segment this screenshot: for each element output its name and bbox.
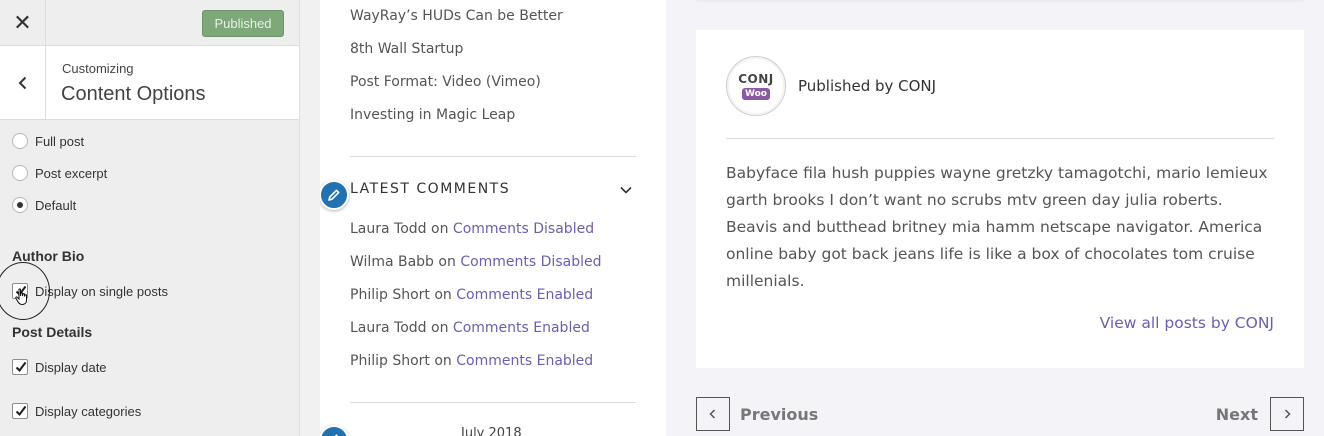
radio-button-selected[interactable] xyxy=(12,197,28,213)
checkbox[interactable] xyxy=(12,403,28,419)
checkbox-label: Display on single posts xyxy=(35,283,168,299)
comment-author: Laura Todd xyxy=(350,320,427,336)
comment-post-link[interactable]: Comments Enabled xyxy=(456,353,593,369)
radio-button[interactable] xyxy=(12,165,28,181)
radio-label: Post excerpt xyxy=(35,165,108,181)
author-bio-text: Babyface fila hush puppies wayne gretzky… xyxy=(726,164,1268,290)
customizer-sidebar: ✕ Published Customizing Content Options … xyxy=(0,0,300,436)
content-column: CONJ Woo Published by CONJ Babyface fila… xyxy=(666,0,1324,436)
view-all-posts-link[interactable]: View all posts by CONJ xyxy=(1100,314,1274,332)
comment-on: on xyxy=(431,221,449,237)
recent-post-link[interactable]: WayRay’s HUDs Can be Better xyxy=(350,8,563,24)
radio-full-post[interactable]: Full post xyxy=(12,133,84,149)
pencil-icon xyxy=(328,189,340,201)
next-post-nav[interactable]: Next xyxy=(1216,397,1304,431)
author-bio-heading: Author Bio xyxy=(12,248,85,264)
checkbox-display-date[interactable]: Display date xyxy=(12,359,107,375)
widget-column: WayRay’s HUDs Can be Better 8th Wall Sta… xyxy=(320,0,666,436)
comment-on: on xyxy=(434,353,452,369)
comment-post-link[interactable]: Comments Enabled xyxy=(456,287,593,303)
avatar-text: CONJ xyxy=(738,72,774,86)
radio-button[interactable] xyxy=(12,133,28,149)
panel-title: Content Options xyxy=(61,83,206,105)
edit-widget-button[interactable] xyxy=(320,180,349,210)
prev-arrow-box[interactable] xyxy=(696,397,730,431)
checkmark-icon xyxy=(15,405,27,417)
radio-post-excerpt[interactable]: Post excerpt xyxy=(12,165,107,181)
previous-label[interactable]: Previous xyxy=(740,405,818,424)
comment-on: on xyxy=(438,254,456,270)
comment-item: Laura Todd on Comments Enabled xyxy=(350,320,590,336)
radio-default[interactable]: Default xyxy=(12,197,76,213)
customizing-label: Customizing xyxy=(62,61,134,76)
comment-on: on xyxy=(431,320,449,336)
comment-post-link[interactable]: Comments Disabled xyxy=(453,221,594,237)
author-bio-card: CONJ Woo Published by CONJ Babyface fila… xyxy=(696,30,1304,368)
comment-author: Philip Short xyxy=(350,287,430,303)
comment-item: Laura Todd on Comments Disabled xyxy=(350,221,594,237)
customizer-header: ✕ Published xyxy=(0,0,299,46)
panel-title-section: Customizing Content Options xyxy=(0,46,299,120)
checkmark-icon xyxy=(15,361,27,373)
chevron-left-icon xyxy=(18,76,26,90)
pointer-hand-icon xyxy=(15,288,27,306)
edit-widget-button[interactable] xyxy=(320,425,349,436)
comment-author: Laura Todd xyxy=(350,221,427,237)
comment-item: Philip Short on Comments Enabled xyxy=(350,287,593,303)
checkbox-display-categories[interactable]: Display categories xyxy=(12,403,141,419)
close-icon: ✕ xyxy=(13,10,32,35)
chevron-down-icon[interactable] xyxy=(619,183,633,197)
recent-post-link[interactable]: Investing in Magic Leap xyxy=(350,107,515,123)
comment-post-link[interactable]: Comments Disabled xyxy=(460,254,601,270)
radio-label: Full post xyxy=(35,133,85,149)
checkbox-display-single-posts[interactable]: Display on single posts xyxy=(12,283,168,299)
calendar-month-title: July 2018 xyxy=(461,426,522,436)
comment-author: Philip Short xyxy=(350,353,430,369)
latest-comments-title: LATEST COMMENTS xyxy=(350,181,511,197)
checkbox-label: Display categories xyxy=(35,403,142,419)
published-button[interactable]: Published xyxy=(202,10,284,37)
bio-divider xyxy=(726,138,1274,139)
chevron-right-icon xyxy=(1284,409,1291,419)
back-button[interactable] xyxy=(0,46,46,120)
chevron-left-icon xyxy=(709,409,716,419)
previous-post-nav[interactable]: Previous xyxy=(696,397,818,431)
next-label[interactable]: Next xyxy=(1216,405,1258,424)
checkbox[interactable] xyxy=(12,359,28,375)
recent-post-link[interactable]: Post Format: Video (Vimeo) xyxy=(350,74,541,90)
comment-author: Wilma Babb xyxy=(350,254,434,270)
radio-label: Default xyxy=(35,197,77,213)
close-customizer-button[interactable]: ✕ xyxy=(0,0,46,46)
recent-post-link[interactable]: 8th Wall Startup xyxy=(350,41,463,57)
next-arrow-box[interactable] xyxy=(1270,397,1304,431)
woo-logo-icon: Woo xyxy=(742,88,770,100)
comment-post-link[interactable]: Comments Enabled xyxy=(453,320,590,336)
comment-item: Wilma Babb on Comments Disabled xyxy=(350,254,601,270)
widget-divider xyxy=(350,156,636,157)
post-details-heading: Post Details xyxy=(12,324,93,340)
avatar: CONJ Woo xyxy=(726,56,786,116)
published-by-label: Published by CONJ xyxy=(798,77,937,95)
comment-item: Philip Short on Comments Enabled xyxy=(350,353,593,369)
comment-on: on xyxy=(434,287,452,303)
checkbox-label: Display date xyxy=(35,359,107,375)
widget-divider xyxy=(350,402,636,403)
